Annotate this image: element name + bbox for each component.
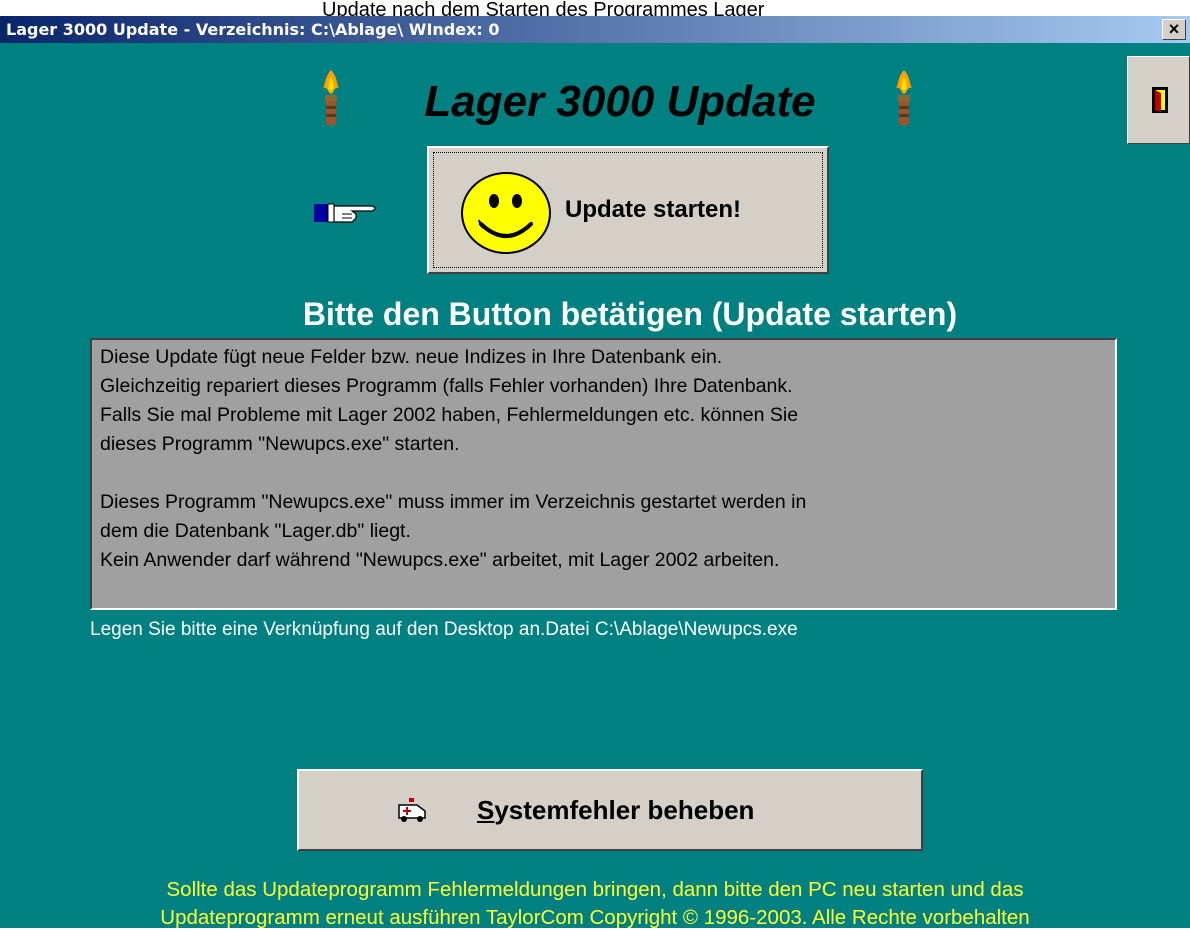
info-line: Diese Update fügt neue Felder bzw. neue … (100, 346, 723, 368)
update-button-label: Update starten! (565, 196, 742, 223)
info-text-box: Diese Update fügt neue Felder bzw. neue … (90, 338, 1117, 610)
exit-button[interactable] (1127, 56, 1190, 144)
instruction-headline: Bitte den Button betätigen (Update start… (302, 296, 958, 332)
info-line: dieses Programm "Newupcs.exe" starten. (100, 433, 460, 455)
info-line: Dieses Programm "Newupcs.exe" muss immer… (100, 491, 807, 513)
footer-notice: Sollte das Updateprogramm Fehlermeldunge… (0, 876, 1190, 932)
info-line: Falls Sie mal Probleme mit Lager 2002 ha… (100, 404, 799, 426)
fix-system-errors-label: Systemfehler beheben (477, 795, 754, 826)
label-rest: ystemfehler beheben (494, 795, 755, 825)
app-title: Lager 3000 Update (424, 77, 816, 126)
info-line: Kein Anwender darf während "Newupcs.exe"… (100, 549, 780, 571)
info-line: dem die Datenbank "Lager.db" liegt. (100, 520, 411, 542)
info-line: Gleichzeitig repariert dieses Programm (… (100, 375, 793, 397)
shortcut-note: Legen Sie bitte eine Verknüpfung auf den… (90, 619, 798, 640)
fix-system-errors-button[interactable]: Systemfehler beheben (297, 769, 923, 851)
update-start-button[interactable]: Update starten! (427, 146, 829, 274)
torch-right-icon (896, 70, 912, 125)
smiley-face-icon (461, 172, 551, 254)
ambulance-icon (398, 798, 426, 822)
torch-left-icon (323, 70, 339, 125)
footer-line: Sollte das Updateprogramm Fehlermeldunge… (166, 878, 1024, 901)
mnemonic-letter: S (477, 795, 495, 825)
window-title: Lager 3000 Update - Verzeichnis: C:\Abla… (6, 20, 500, 39)
app-window: Lager 3000 Update - Verzeichnis: C:\Abla… (0, 16, 1190, 929)
pointing-hand-icon (314, 203, 376, 223)
title-bar[interactable]: Lager 3000 Update - Verzeichnis: C:\Abla… (0, 16, 1190, 43)
door-exit-icon (1152, 87, 1168, 113)
close-button[interactable]: × (1162, 19, 1186, 40)
